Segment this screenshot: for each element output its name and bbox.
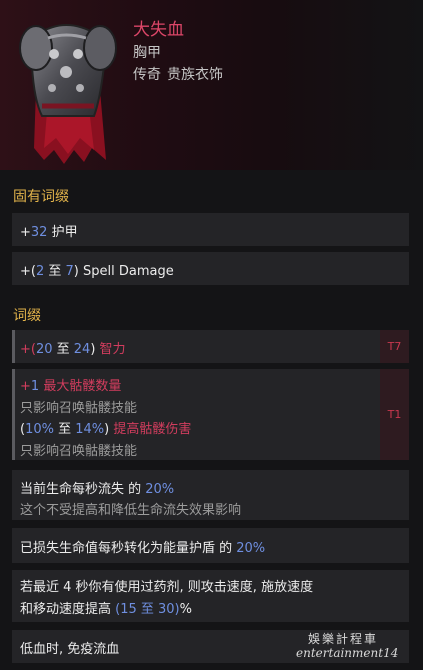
implicit-spell-damage-row: +(2 至 7) Spell Damage — [12, 252, 409, 285]
affix-life-degen-row: 当前生命每秒流失 的 20% 这个不受提高和降低生命流失效果影响 — [12, 470, 409, 520]
item-name: 大失血 — [133, 20, 184, 40]
item-header: 大失血 胸甲 传奇 贵族衣饰 — [0, 0, 423, 170]
affix-minion-row: +1 最大骷髅数量 只影响召唤骷髅技能 (10% 至 14%) 提高骷髅伤害 只… — [12, 369, 409, 460]
implicit-armor-row: +32 护甲 — [12, 213, 409, 246]
implicit-section-title: 固有词缀 — [13, 189, 69, 205]
item-rarity: 传奇 — [133, 67, 161, 83]
tier-badge: T1 — [380, 369, 409, 460]
tier-badge: T7 — [380, 330, 409, 363]
affix-speed-row: 若最近 4 秒你有使用过药剂, 则攻击速度, 施放速度 和移动速度提高 (15 … — [12, 570, 409, 622]
affix-section-title: 词缀 — [13, 308, 41, 324]
chest-armor-icon — [19, 24, 117, 164]
affix-intelligence-row: +(20 至 24) 智力 T7 — [12, 330, 409, 363]
item-type: 胸甲 — [133, 45, 161, 61]
item-base-type: 贵族衣饰 — [167, 67, 223, 83]
watermark: 娛樂計程車 entertainment14 — [296, 632, 399, 660]
affix-energy-shield-row: 已损失生命值每秒转化为能量护盾 的 20% — [12, 528, 409, 563]
item-rarity-line: 传奇 贵族衣饰 — [133, 64, 229, 84]
